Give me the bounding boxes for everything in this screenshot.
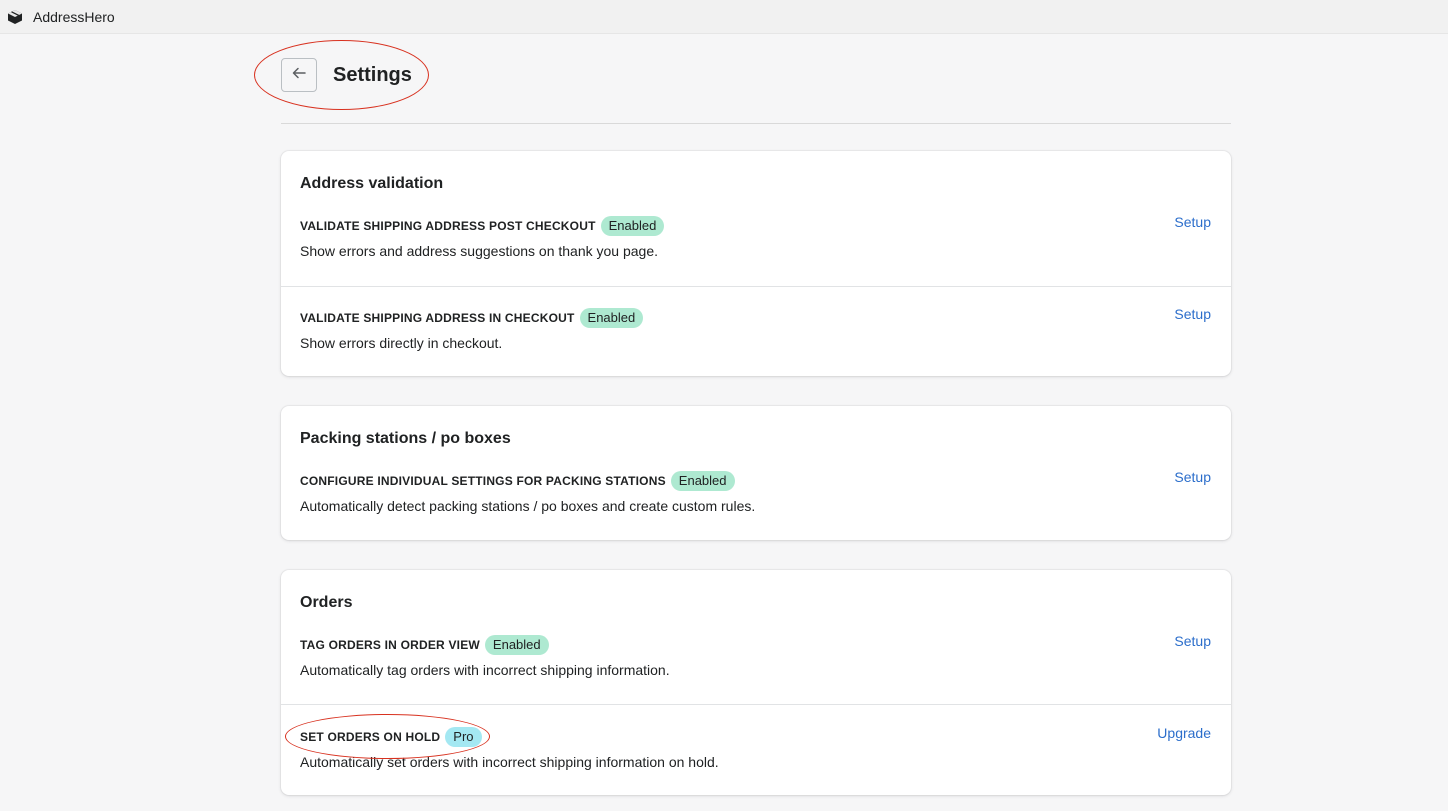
header-divider	[281, 123, 1231, 124]
setting-label: TAG ORDERS IN ORDER VIEW	[300, 638, 480, 652]
setting-label: SET ORDERS ON HOLD	[300, 730, 441, 744]
upgrade-link[interactable]: Upgrade	[1157, 725, 1211, 741]
card-orders: Orders TAG ORDERS IN ORDER VIEW Enabled …	[281, 570, 1231, 795]
card-packing-stations: Packing stations / po boxes CONFIGURE IN…	[281, 406, 1231, 540]
back-button[interactable]	[281, 58, 317, 92]
setting-row-orders-on-hold: SET ORDERS ON HOLD Pro Automatically set…	[281, 704, 1231, 795]
setup-link[interactable]: Setup	[1174, 469, 1211, 485]
setting-row-validate-in-checkout: VALIDATE SHIPPING ADDRESS IN CHECKOUT En…	[281, 286, 1231, 376]
setting-description: Show errors and address suggestions on t…	[300, 243, 659, 259]
card-title: Packing stations / po boxes	[300, 430, 511, 447]
setting-description: Show errors directly in checkout.	[300, 335, 503, 351]
card-title: Orders	[300, 594, 353, 611]
status-badge: Enabled	[484, 635, 549, 655]
setting-description: Automatically set orders with incorrect …	[300, 754, 719, 770]
arrow-left-icon	[291, 65, 307, 86]
setting-label: VALIDATE SHIPPING ADDRESS IN CHECKOUT	[300, 311, 575, 325]
setting-description: Automatically tag orders with incorrect …	[300, 662, 670, 678]
setting-row-tag-orders: TAG ORDERS IN ORDER VIEW Enabled Automat…	[281, 618, 1231, 704]
card-address-validation: Address validation VALIDATE SHIPPING ADD…	[281, 151, 1231, 376]
setting-row-packing-stations: CONFIGURE INDIVIDUAL SETTINGS FOR PACKIN…	[281, 454, 1231, 540]
app-topbar: AddressHero	[0, 0, 1448, 34]
setup-link[interactable]: Setup	[1174, 214, 1211, 230]
status-badge: Enabled	[600, 216, 665, 236]
setup-link[interactable]: Setup	[1174, 633, 1211, 649]
pro-badge: Pro	[445, 727, 482, 747]
setting-label: VALIDATE SHIPPING ADDRESS POST CHECKOUT	[300, 219, 596, 233]
page-title: Settings	[333, 63, 412, 86]
page-header: Settings	[281, 58, 412, 92]
status-badge: Enabled	[670, 471, 735, 491]
setting-row-validate-post-checkout: VALIDATE SHIPPING ADDRESS POST CHECKOUT …	[281, 199, 1231, 286]
card-title: Address validation	[300, 175, 444, 192]
setup-link[interactable]: Setup	[1174, 306, 1211, 322]
setting-label: CONFIGURE INDIVIDUAL SETTINGS FOR PACKIN…	[300, 474, 666, 488]
status-badge: Enabled	[579, 308, 644, 328]
app-name: AddressHero	[33, 8, 115, 25]
setting-description: Automatically detect packing stations / …	[300, 498, 756, 514]
app-logo-icon	[7, 9, 23, 25]
